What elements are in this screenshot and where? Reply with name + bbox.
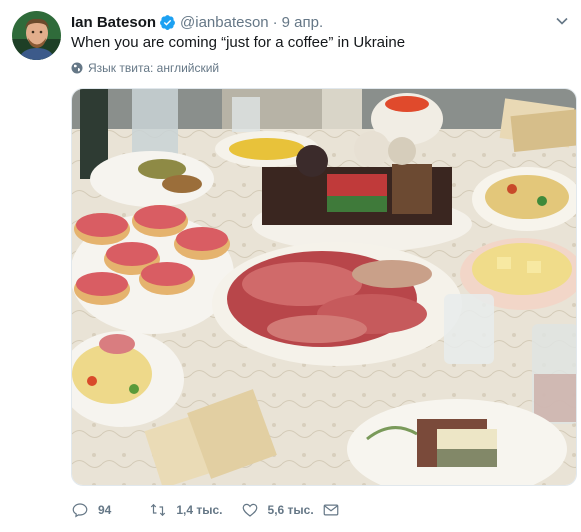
author-name[interactable]: Ian Bateson [71, 14, 156, 31]
verified-badge-icon [160, 14, 175, 30]
chevron-down-icon[interactable] [555, 14, 569, 28]
tweet-photo[interactable] [71, 88, 577, 486]
like-count: 5,6 тыс. [267, 503, 314, 517]
language-note-text: Язык твита: английский [88, 61, 220, 75]
language-note[interactable]: Язык твита: английский [71, 61, 219, 75]
retweet-button[interactable]: 1,4 тыс. [149, 501, 223, 519]
retweet-icon [151, 503, 166, 517]
reply-button[interactable]: 94 [71, 501, 111, 519]
reply-icon [72, 503, 88, 518]
retweet-count: 1,4 тыс. [176, 503, 223, 517]
envelope-icon [323, 504, 339, 516]
tweet-text: When you are coming “just for a coffee” … [71, 34, 406, 51]
food-table-photo [72, 89, 576, 485]
tweet-date[interactable]: 9 апр. [282, 14, 323, 31]
tweet-card[interactable]: Ian Bateson @ianbateson · 9 апр. When yo… [0, 0, 581, 532]
avatar[interactable] [12, 11, 61, 60]
heart-icon [242, 503, 257, 517]
author-handle[interactable]: @ianbateson [180, 14, 269, 31]
tweet-header: Ian Bateson @ianbateson · 9 апр. [71, 12, 323, 32]
tweet-actions: 94 1,4 тыс. 5,6 тыс. [71, 500, 349, 520]
globe-icon [71, 62, 83, 74]
header-separator: · [272, 13, 278, 31]
like-button[interactable]: 5,6 тыс. [241, 501, 314, 519]
direct-message-button[interactable] [322, 501, 349, 519]
reply-count: 94 [98, 503, 112, 517]
